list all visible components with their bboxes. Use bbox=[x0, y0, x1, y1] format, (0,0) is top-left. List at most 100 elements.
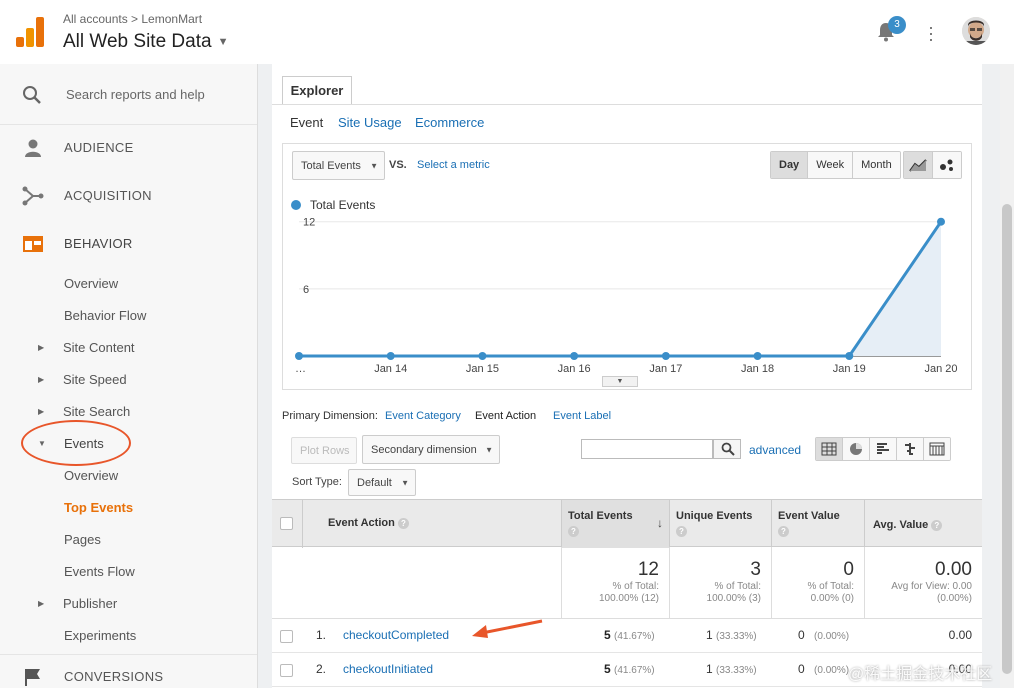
sidebar-item-conversions[interactable]: CONVERSIONS bbox=[0, 654, 257, 699]
caret-down-icon: ▼ bbox=[370, 161, 378, 170]
subtab-ecommerce[interactable]: Ecommerce bbox=[415, 115, 484, 130]
total-events-value: 5 bbox=[604, 662, 611, 676]
event-action-link[interactable]: checkoutInitiated bbox=[343, 662, 433, 676]
column-event-value[interactable]: Event Value? bbox=[771, 500, 864, 548]
sidebar-item-publisher[interactable]: ▶ Publisher bbox=[0, 590, 257, 618]
sidebar-item-behavior-flow[interactable]: Behavior Flow bbox=[0, 302, 257, 330]
column-avg-value[interactable]: Avg. Value ? bbox=[864, 500, 982, 548]
event-value-value: 0 bbox=[798, 628, 805, 642]
analytics-logo-icon[interactable] bbox=[16, 17, 44, 47]
dimension-event-action[interactable]: Event Action bbox=[475, 410, 536, 422]
secondary-dimension-select[interactable]: Secondary dimension ▼ bbox=[362, 435, 500, 464]
sidebar-item-site-content[interactable]: ▶ Site Content bbox=[0, 334, 257, 362]
search-icon bbox=[721, 442, 735, 456]
unique-events-pct: (33.33%) bbox=[716, 631, 757, 642]
help-icon[interactable]: ? bbox=[676, 526, 687, 537]
table-header: Event Action ? Total Events ↓? Unique Eve… bbox=[272, 499, 982, 548]
metric-select[interactable]: Total Events ▼ bbox=[292, 151, 385, 180]
caret-down-icon: ▼ bbox=[401, 478, 409, 487]
help-icon[interactable]: ? bbox=[931, 520, 943, 531]
sidebar-item-behavior[interactable]: BEHAVIOR bbox=[0, 222, 257, 266]
sidebar-item-label: Site Content bbox=[63, 340, 135, 355]
sidebar-item-label: Experiments bbox=[64, 628, 137, 643]
sidebar-item-top-events[interactable]: Top Events bbox=[0, 494, 257, 522]
column-event-action[interactable]: Event Action ? bbox=[302, 500, 561, 548]
table-search-input[interactable] bbox=[581, 439, 713, 459]
sort-type-label: Sort Type: bbox=[292, 476, 342, 488]
row-checkbox[interactable] bbox=[280, 630, 293, 643]
table-row: 1. checkoutCompleted 5 (41.67%) 1 (33.33… bbox=[272, 619, 982, 653]
sidebar-item-acquisition[interactable]: ACQUISITION bbox=[0, 174, 257, 218]
data-point bbox=[570, 352, 579, 360]
x-tick-label: Jan 17 bbox=[649, 363, 682, 375]
x-tick-label: Jan 19 bbox=[833, 363, 866, 375]
acquisition-icon bbox=[22, 186, 44, 206]
help-icon[interactable]: ? bbox=[778, 526, 789, 537]
subtab-site-usage[interactable]: Site Usage bbox=[338, 115, 402, 130]
help-icon[interactable]: ? bbox=[397, 518, 409, 529]
column-total-events[interactable]: Total Events ↓? bbox=[561, 500, 669, 548]
expand-arrow-icon: ▶ bbox=[38, 599, 45, 608]
table-view-button[interactable] bbox=[816, 438, 843, 460]
event-value-total: 0% of Total: 0.00% (0) bbox=[771, 547, 864, 619]
avatar[interactable] bbox=[962, 17, 990, 45]
unique-events-pct: (33.33%) bbox=[716, 665, 757, 676]
pie-view-icon bbox=[850, 443, 862, 456]
sidebar-item-pages[interactable]: Pages bbox=[0, 526, 257, 554]
data-point bbox=[661, 352, 670, 360]
motion-chart-button[interactable] bbox=[933, 152, 961, 178]
sidebar-item-site-speed[interactable]: ▶ Site Speed bbox=[0, 366, 257, 394]
line-chart-button[interactable] bbox=[904, 152, 933, 178]
view-selector[interactable]: All Web Site Data ▼ bbox=[63, 31, 228, 53]
table-search-button[interactable] bbox=[713, 439, 741, 459]
subtab-event[interactable]: Event bbox=[290, 115, 323, 130]
legend-label: Total Events bbox=[310, 198, 376, 212]
comparison-view-icon bbox=[905, 443, 915, 456]
chart-resize-handle[interactable]: ▼ bbox=[602, 376, 638, 387]
sidebar-search[interactable]: Search reports and help bbox=[0, 64, 257, 125]
sidebar-item-experiments[interactable]: Experiments bbox=[0, 622, 257, 650]
data-point bbox=[753, 352, 762, 360]
pie-view-button[interactable] bbox=[843, 438, 870, 460]
column-label: Unique Events bbox=[676, 510, 753, 522]
breadcrumb[interactable]: All accounts > LemonMart bbox=[63, 12, 202, 26]
dimension-event-label[interactable]: Event Label bbox=[553, 410, 611, 422]
column-unique-events[interactable]: Unique Events? bbox=[669, 500, 771, 548]
tab-explorer[interactable]: Explorer bbox=[282, 76, 352, 105]
sidebar-item-events-flow[interactable]: Events Flow bbox=[0, 558, 257, 586]
select-all-checkbox[interactable] bbox=[280, 517, 293, 530]
sidebar-item-label: Overview bbox=[64, 468, 119, 483]
data-point bbox=[845, 352, 854, 360]
sidebar-item-site-search[interactable]: ▶ Site Search bbox=[0, 398, 257, 426]
row-checkbox[interactable] bbox=[280, 664, 293, 677]
column-label: Event Action bbox=[328, 517, 395, 529]
data-point bbox=[295, 352, 303, 360]
sidebar-item-label: Behavior Flow bbox=[64, 308, 147, 323]
dimension-event-category[interactable]: Event Category bbox=[385, 410, 461, 422]
day-button[interactable]: Day bbox=[771, 152, 809, 178]
data-point bbox=[937, 217, 945, 226]
x-tick-label: Jan 20 bbox=[924, 363, 957, 375]
help-icon[interactable]: ? bbox=[568, 526, 579, 537]
comparison-view-button[interactable] bbox=[897, 438, 924, 460]
flag-icon bbox=[25, 669, 40, 686]
scrollbar-thumb[interactable] bbox=[1002, 204, 1012, 674]
total-events-pct: (41.67%) bbox=[614, 631, 655, 642]
plot-rows-button[interactable]: Plot Rows bbox=[291, 437, 357, 464]
scrollbar[interactable] bbox=[1000, 64, 1014, 688]
performance-view-button[interactable] bbox=[870, 438, 897, 460]
sort-type-select[interactable]: Default ▼ bbox=[348, 469, 416, 496]
month-button[interactable]: Month bbox=[853, 152, 900, 178]
week-button[interactable]: Week bbox=[808, 152, 854, 178]
advanced-link[interactable]: advanced bbox=[749, 443, 801, 457]
unique-events-value: 1 bbox=[706, 662, 713, 676]
sidebar-item-audience[interactable]: AUDIENCE bbox=[0, 126, 257, 170]
search-icon bbox=[23, 86, 41, 104]
event-action-link[interactable]: checkoutCompleted bbox=[343, 628, 449, 642]
pivot-view-button[interactable] bbox=[924, 438, 950, 460]
select-metric-link[interactable]: Select a metric bbox=[417, 159, 490, 171]
sidebar-item-behavior-overview[interactable]: Overview bbox=[0, 270, 257, 298]
sidebar-item-events-overview[interactable]: Overview bbox=[0, 462, 257, 490]
more-vert-icon[interactable]: · · · bbox=[927, 18, 935, 48]
watermark: @稀土掘金技术社区 bbox=[848, 666, 993, 683]
